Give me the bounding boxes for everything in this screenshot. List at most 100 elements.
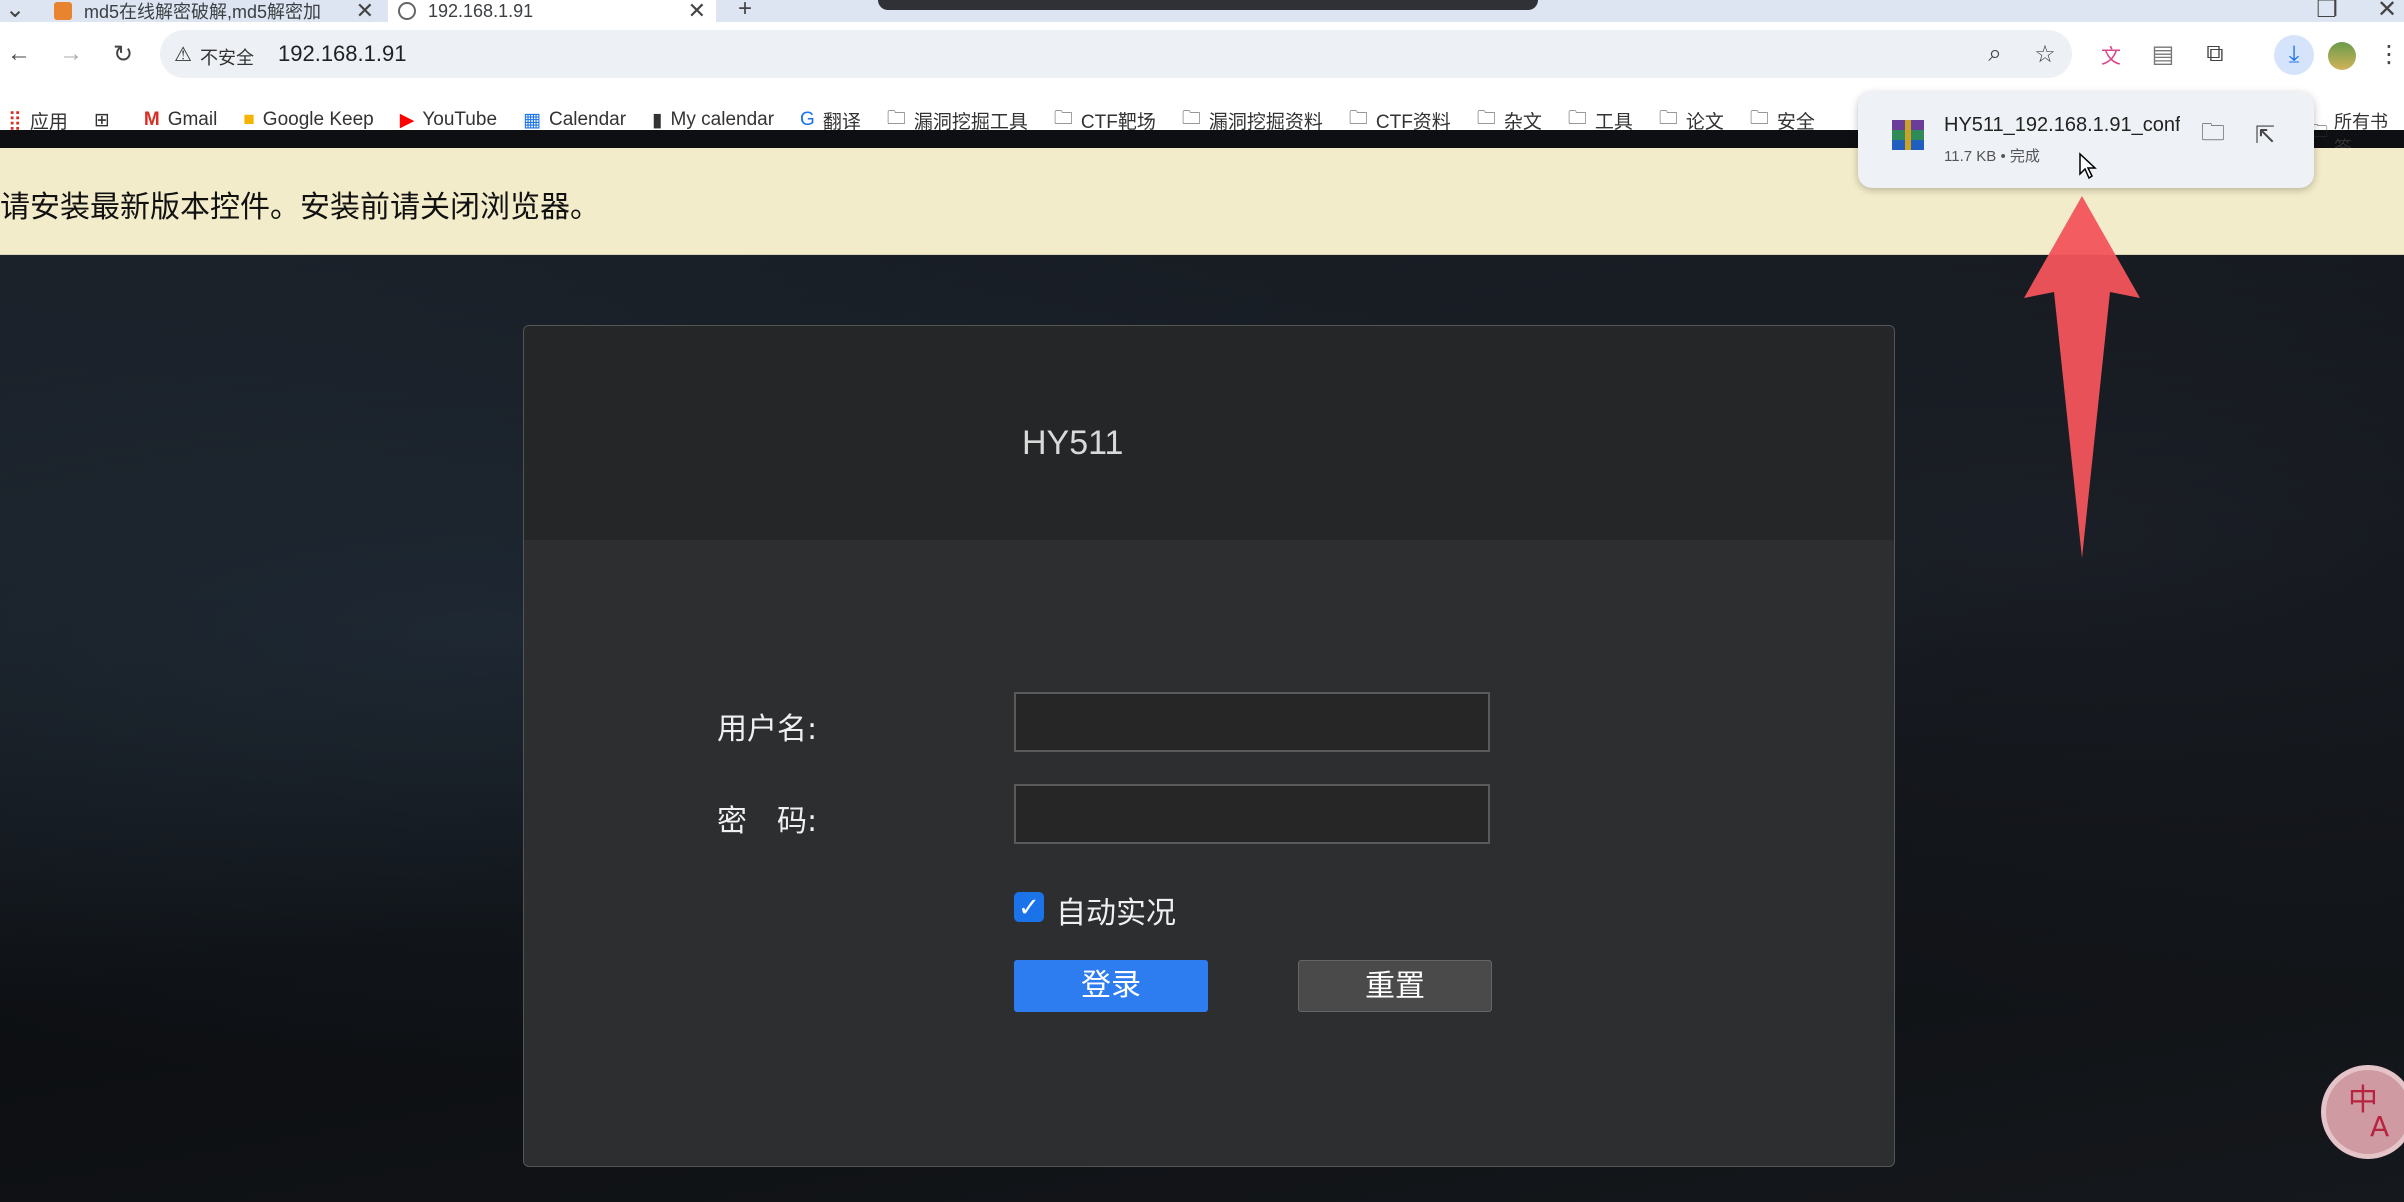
auto-live-checkbox[interactable]: ✓ [1014,892,1044,922]
close-tab-icon[interactable]: ✕ [356,0,374,22]
bookmark-icon: ▮ [652,109,663,131]
new-tab-icon[interactable]: + [728,0,762,22]
folder-icon: 🗀 [1348,108,1368,129]
bookmark-label: 漏洞挖掘工具 [913,111,1028,133]
screen-recorder-bar [878,0,1538,10]
password-input[interactable] [1014,784,1490,844]
bookmark-folder[interactable]: 🗀 论文 [1659,104,1724,136]
folder-icon: 🗀 [1658,108,1678,129]
bookmark-label: Google Keep [262,109,374,130]
bookmark-youtube[interactable]: ▶ YouTube [400,109,497,132]
mouse-cursor-icon [2079,152,2097,180]
device-title: HY511 [1022,424,1124,462]
warning-icon[interactable]: ⚠ [174,42,192,67]
archive-file-icon [1892,120,1924,150]
bookmark-label: My calendar [670,109,775,130]
bookmark-label: 应用 [29,111,68,133]
tab-title: md5在线解密破解,md5解密加 [84,2,322,22]
folder-icon: 🗀 [1567,108,1587,129]
bookmark-label: CTF资料 [1375,111,1451,133]
bookmark-gmail[interactable]: M Gmail [144,109,217,131]
tab-title: 192.168.1.91 [428,0,534,21]
security-label[interactable]: 不安全 [200,44,254,70]
keep-icon: ■ [243,109,255,130]
gmail-icon: M [143,109,160,130]
close-tab-icon[interactable]: ✕ [688,0,706,22]
bookmark-label: 翻译 [822,111,861,133]
login-panel-header: HY511 [524,326,1894,540]
download-meta: 11.7 KB • 完成 [1944,145,2040,166]
auto-live-label: 自动实况 [1056,896,1176,931]
tab-search-chevron-icon[interactable]: ⌄ [0,0,30,22]
window-close-icon[interactable]: ✕ [2370,0,2404,22]
download-size: 11.7 KB [1944,148,1997,165]
bookmark-tab-groups[interactable]: ⊞ [94,109,118,132]
svg-text:A: A [2370,1110,2389,1143]
username-input[interactable] [1014,692,1490,752]
zoom-icon[interactable]: ⌕ [1978,37,2012,71]
tab-strip: ⌄ md5在线解密破解,md5解密加 ✕ 192.168.1.91 ✕ + ❐ … [0,0,2404,22]
tab-md5[interactable]: md5在线解密破解,md5解密加 ✕ [44,0,384,22]
bookmark-label: 论文 [1685,111,1724,133]
bookmark-my-calendar[interactable]: ▮ My calendar [652,109,774,132]
bookmark-star-icon[interactable]: ☆ [2028,37,2062,71]
folder-icon: 🗀 [1476,108,1496,129]
globe-icon [398,2,416,20]
profile-avatar[interactable] [2328,42,2356,70]
extensions-icon[interactable]: ⧉ [2198,37,2232,71]
login-panel: HY511 用户名: 密 码: ✓ 自动实况 登录 重置 [523,325,1895,1167]
bookmark-apps[interactable]: ⣿ 应用 [8,107,68,134]
bookmark-label: YouTube [422,109,498,130]
bookmark-folder[interactable]: 🗀 工具 [1568,104,1633,136]
address-bar[interactable]: ⚠ 不安全 192.168.1.91 ⌕ ☆ [160,30,2072,78]
back-icon[interactable]: ← [2,37,36,71]
bookmark-folder[interactable]: 🗀 漏洞挖掘资料 [1182,104,1323,136]
meta-separator: • [2000,148,2010,165]
annotation-arrow [2024,196,2140,558]
folder-icon: 🗀 [1749,108,1769,129]
download-status: 完成 [2009,148,2040,165]
open-folder-icon[interactable]: 🗀 [2196,118,2230,152]
youtube-icon: ▶ [399,109,415,131]
bookmark-label: Gmail [167,109,218,130]
translate-icon: G [800,109,815,130]
translate-icon: 中 A [2348,1083,2389,1143]
url-text[interactable]: 192.168.1.91 [278,41,406,67]
bookmark-translate[interactable]: G 翻译 [800,107,861,134]
bookmark-label: 杂文 [1503,111,1542,133]
reload-icon[interactable]: ↻ [106,37,140,71]
bookmark-label: CTF靶场 [1080,111,1156,133]
username-label: 用户名: [717,712,818,747]
bookmark-folder[interactable]: 🗀 安全 [1750,104,1815,136]
folder-icon: 🗀 [1181,108,1201,129]
menu-kebab-icon[interactable]: ⋮ [2372,37,2404,71]
tab-192-168-1-91[interactable]: 192.168.1.91 ✕ [388,0,716,22]
bookmark-folder[interactable]: 🗀 漏洞挖掘工具 [887,104,1028,136]
calendar-icon: ▦ [523,109,541,131]
login-button[interactable]: 登录 [1014,960,1208,1012]
folder-icon: 🗀 [886,108,906,129]
bookmark-calendar[interactable]: ▦ Calendar [523,109,626,132]
reading-list-icon[interactable]: ▤ [2146,37,2180,71]
infobar-message: 请安装最新版本控件。安装前请关闭浏览器。 [0,190,600,225]
bookmark-folder[interactable]: 🗀 CTF靶场 [1054,104,1156,136]
bookmark-label: Calendar [548,109,627,130]
forward-icon[interactable]: → [54,37,88,71]
md5-site-favicon-icon [54,2,72,20]
open-external-icon[interactable]: ⇱ [2248,118,2282,152]
folder-icon: 🗀 [1053,108,1073,129]
download-icon[interactable]: ⤓ [2274,35,2314,75]
bookmark-google-keep[interactable]: ■ Google Keep [243,109,373,131]
bookmark-folder[interactable]: 🗀 CTF资料 [1349,104,1451,136]
translate-extension-icon[interactable]: 文 [2094,37,2128,71]
bookmark-label: 工具 [1594,111,1633,133]
translate-floating-button[interactable]: 中 A [2326,1070,2404,1154]
bookmark-label: 安全 [1776,111,1815,133]
bookmark-folder[interactable]: 🗀 杂文 [1477,104,1542,136]
tab-groups-icon: ⊞ [93,109,110,131]
reset-button[interactable]: 重置 [1298,960,1492,1012]
window-restore-icon[interactable]: ❐ [2310,0,2344,22]
apps-grid-icon: ⣿ [8,109,22,131]
download-filename[interactable]: HY511_192.168.1.91_config [1944,114,2180,137]
password-label: 密 码: [717,804,818,839]
